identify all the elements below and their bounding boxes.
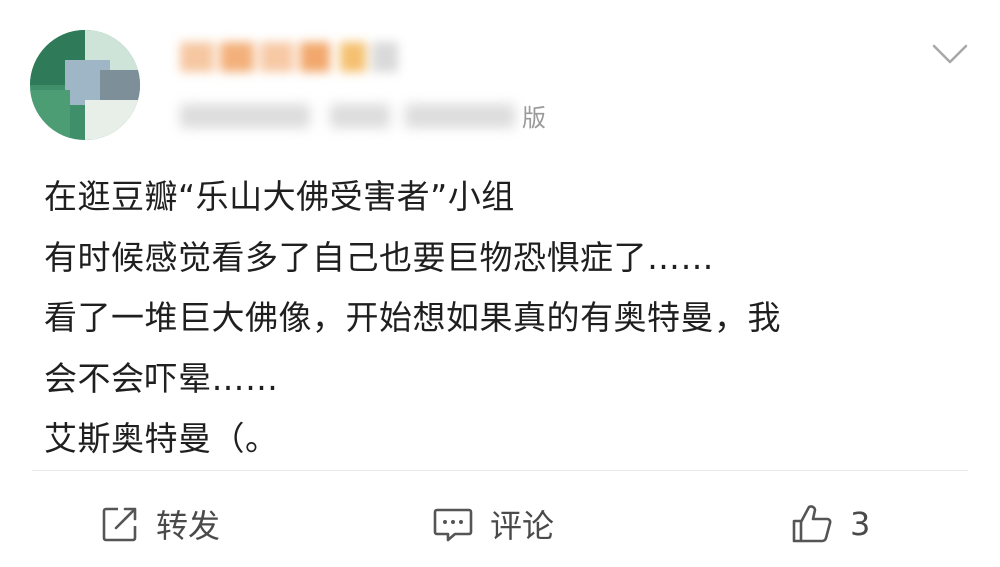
like-button[interactable]: 3	[790, 494, 870, 554]
like-count: 3	[850, 505, 871, 543]
post-line: 会不会吓晕……	[44, 358, 279, 398]
avatar-pixel	[85, 100, 140, 140]
post-line: 在逛豆瓣“乐山大佛受害者”小组	[44, 177, 515, 216]
post-body: 在逛豆瓣“乐山大佛受害者”小组 有时候感觉看多了自己也要巨物恐惧症了…… 看了一…	[44, 167, 974, 470]
comment-label: 评论	[490, 507, 555, 545]
repost-button[interactable]: 转发	[100, 494, 220, 554]
repost-icon	[102, 507, 137, 542]
avatar-pixel	[100, 70, 140, 100]
comment-icon	[433, 508, 473, 542]
username-blurred[interactable]	[180, 38, 400, 78]
chevron-down-icon	[932, 44, 968, 64]
post-line: 艾斯奥特曼（。	[44, 419, 279, 458]
comment-button[interactable]: 评论	[432, 494, 554, 554]
post-line: 有时候感觉看多了自己也要巨物恐惧症了……	[44, 237, 714, 277]
avatar-pixel	[30, 90, 70, 140]
avatar[interactable]	[30, 30, 140, 140]
post-meta-blurred	[180, 100, 520, 132]
post-source-suffix: 版	[522, 104, 546, 132]
more-options-button[interactable]	[930, 40, 970, 70]
divider	[32, 470, 968, 471]
thumbs-up-icon	[792, 505, 832, 543]
post-line: 看了一堆巨大佛像，开始想如果真的有奥特曼，我	[44, 298, 781, 337]
repost-label: 转发	[156, 507, 221, 545]
